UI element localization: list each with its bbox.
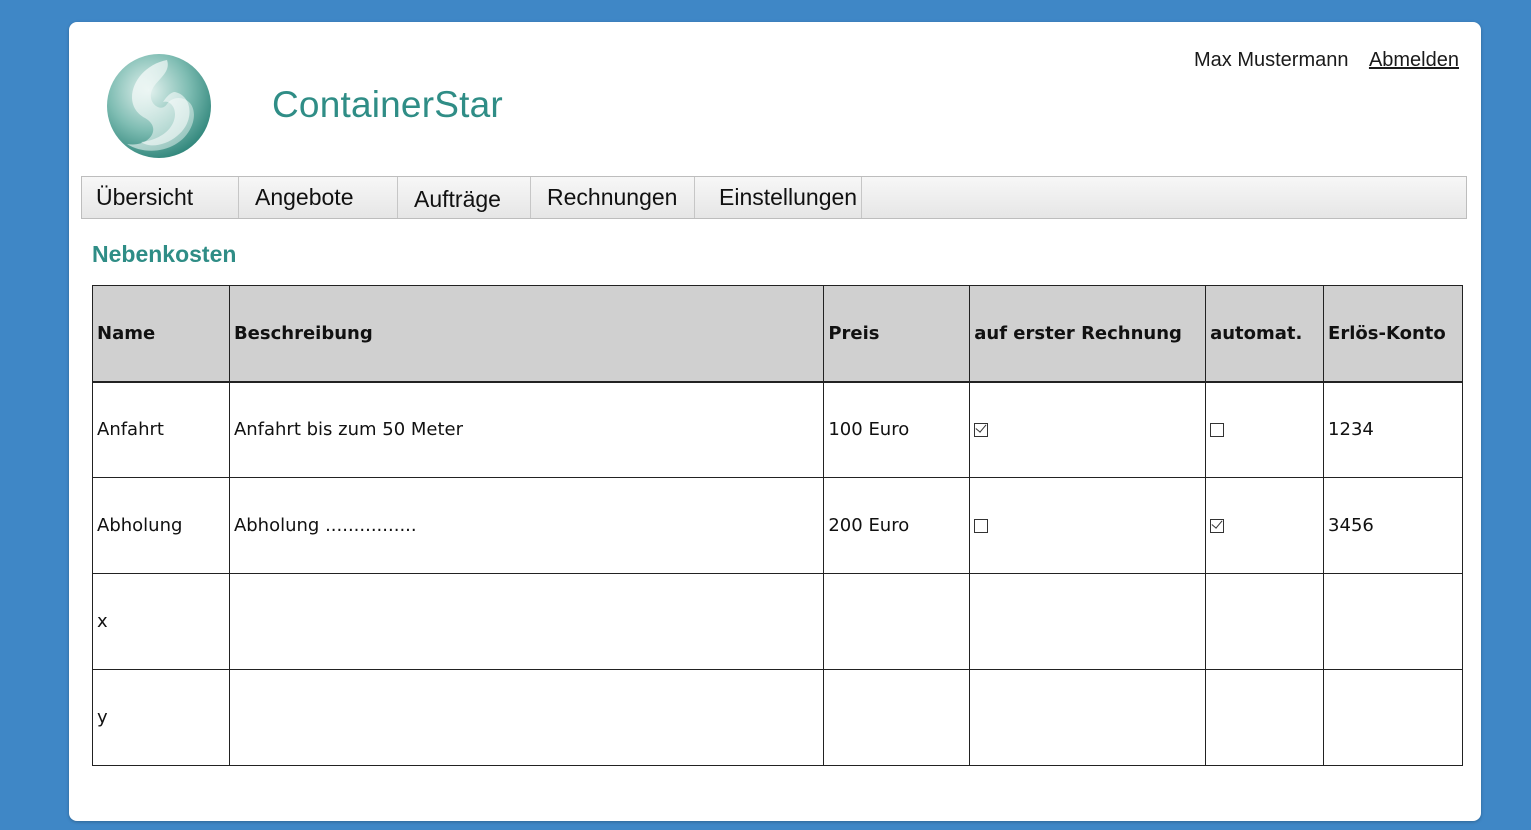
cell-price — [823, 573, 971, 670]
cell-automatic — [1205, 381, 1325, 478]
tab-uebersicht[interactable]: Übersicht — [82, 177, 239, 218]
main-nav: Übersicht Angebote Aufträge Rechnungen E… — [81, 176, 1467, 219]
app-title: ContainerStar — [272, 84, 503, 125]
first-invoice-checkbox[interactable] — [974, 423, 989, 438]
cell-account — [1323, 573, 1463, 670]
tab-einstellungen[interactable]: Einstellungen — [695, 177, 862, 218]
cell-description — [228, 669, 825, 766]
cell-account — [1323, 669, 1463, 766]
table-header-row: Name Beschreibung Preis auf erster Rechn… — [92, 285, 1463, 383]
cell-price: 200 Euro — [823, 477, 971, 574]
tab-angebote[interactable]: Angebote — [239, 177, 398, 218]
cell-automatic — [1205, 477, 1325, 574]
cell-first-invoice — [969, 669, 1207, 766]
user-area: Max Mustermann Abmelden — [1194, 49, 1459, 72]
cell-first-invoice — [969, 573, 1207, 670]
section-title: Nebenkosten — [92, 241, 237, 267]
column-header-name: Name — [92, 285, 230, 383]
column-header-price: Preis — [823, 285, 971, 383]
user-name: Max Mustermann — [1193, 49, 1349, 71]
containerstar-logo-icon — [105, 52, 213, 160]
cell-account: 1234 — [1323, 381, 1463, 478]
first-invoice-checkbox[interactable] — [974, 519, 989, 533]
column-header-description: Beschreibung — [228, 285, 825, 383]
table-row[interactable]: Abholung Abholung ................ 200 E… — [92, 477, 1463, 574]
cell-first-invoice — [969, 381, 1207, 478]
cell-name: y — [92, 669, 230, 766]
cell-description: Abholung ................ — [228, 477, 825, 574]
cell-first-invoice — [969, 477, 1207, 574]
automatic-checkbox[interactable] — [1210, 519, 1225, 533]
automatic-checkbox[interactable] — [1210, 423, 1225, 438]
logout-link[interactable]: Abmelden — [1369, 49, 1459, 71]
cell-price: 100 Euro — [823, 381, 971, 478]
cell-price — [823, 669, 971, 766]
cell-description — [228, 573, 825, 670]
main-card: ContainerStar Max Mustermann Abmelden Üb… — [69, 22, 1481, 821]
table-row[interactable]: x — [92, 573, 1463, 670]
cell-automatic — [1205, 669, 1325, 766]
table-row[interactable]: Anfahrt Anfahrt bis zum 50 Meter 100 Eur… — [92, 381, 1463, 478]
cell-automatic — [1205, 573, 1325, 670]
tab-auftraege[interactable]: Aufträge — [398, 177, 531, 218]
cell-name: Abholung — [92, 477, 230, 574]
cell-name: x — [92, 573, 230, 670]
column-header-automatic: automat. — [1205, 285, 1325, 383]
table-row[interactable]: y — [92, 669, 1463, 766]
column-header-first-invoice: auf erster Rechnung — [969, 285, 1207, 383]
nebenkosten-table: Name Beschreibung Preis auf erster Rechn… — [92, 285, 1463, 766]
tab-rechnungen[interactable]: Rechnungen — [531, 177, 695, 218]
column-header-account: Erlös-Konto — [1323, 285, 1463, 383]
cell-name: Anfahrt — [92, 381, 230, 478]
cell-description: Anfahrt bis zum 50 Meter — [228, 381, 825, 478]
cell-account: 3456 — [1323, 477, 1463, 574]
